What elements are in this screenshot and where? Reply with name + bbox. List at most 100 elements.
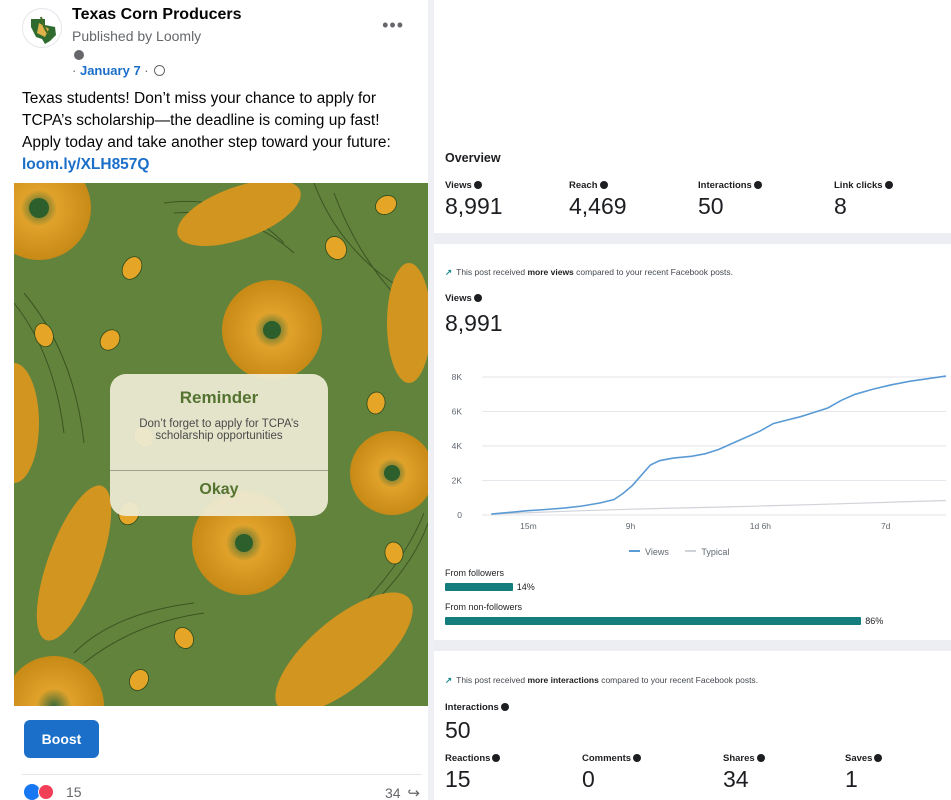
- info-icon[interactable]: [492, 753, 501, 762]
- metric-label: Saves: [845, 753, 883, 764]
- info-icon[interactable]: [756, 753, 765, 762]
- non-followers-label: From non-followers: [445, 602, 523, 612]
- y-tick-label: 2K: [452, 476, 463, 486]
- post-date[interactable]: January 7: [80, 63, 141, 78]
- post-date-line: · January 7 ·: [72, 63, 166, 78]
- y-tick-label: 4K: [452, 441, 463, 451]
- note-suffix: compared to your recent Facebook posts.: [576, 267, 734, 277]
- metric-reach: Reach 4,469: [569, 180, 627, 220]
- followers-bar: [445, 583, 513, 591]
- views-comparison-note: ↗ This post received more views compared …: [445, 267, 733, 278]
- metric-value: 8: [834, 193, 847, 219]
- interactions-label: Interactions: [445, 702, 509, 713]
- metric-value: 1: [845, 766, 858, 792]
- globe-icon: [154, 65, 166, 76]
- reminder-okay-button: Okay: [199, 481, 239, 498]
- published-by: Published by Loomly: [72, 28, 202, 44]
- metric-label-text: Views: [445, 180, 472, 191]
- note-prefix: This post received: [456, 675, 526, 685]
- legend-label: Typical: [701, 547, 730, 557]
- metric-shares: Shares 34: [723, 753, 765, 793]
- chart-legend: Views Typical: [629, 547, 743, 557]
- page-name[interactable]: Texas Corn Producers: [72, 6, 242, 24]
- legend-label: Views: [645, 547, 669, 557]
- metric-label: Reactions: [445, 753, 501, 764]
- post-header: Texas Corn Producers Published by Loomly…: [22, 5, 412, 80]
- trend-up-icon: ↗: [445, 675, 453, 685]
- post-body: Texas students! Don’t miss your chance t…: [22, 90, 391, 151]
- x-tick-label: 15m: [520, 521, 537, 531]
- interactions-label-text: Interactions: [445, 702, 499, 713]
- y-tick-label: 8K: [452, 372, 463, 382]
- non-followers-pct: 86%: [865, 616, 884, 626]
- metric-label: Reach: [569, 180, 627, 191]
- info-icon[interactable]: [473, 180, 482, 189]
- note-suffix: compared to your recent Facebook posts.: [601, 675, 759, 685]
- info-icon[interactable]: [473, 293, 482, 302]
- share-count: 34: [384, 785, 401, 800]
- metric-label-text: Shares: [723, 753, 755, 764]
- more-options-button[interactable]: •••: [382, 15, 404, 36]
- metric-views: Views 8,991: [445, 180, 503, 220]
- interactions-comparison-note: ↗ This post received more interactions co…: [445, 675, 758, 686]
- metric-value: 8,991: [445, 193, 503, 219]
- date-separator: ·: [72, 63, 77, 78]
- interactions-value: 50: [445, 717, 471, 743]
- info-icon[interactable]: [874, 753, 883, 762]
- metric-label-text: Comments: [582, 753, 632, 764]
- metric-label: Views: [445, 180, 503, 191]
- metric-label-text: Reactions: [445, 753, 491, 764]
- reminder-divider: [110, 470, 328, 471]
- reactions-bar: 15 34 ↪: [22, 774, 422, 800]
- legend-item-typical[interactable]: Typical: [685, 547, 729, 557]
- metric-interactions: Interactions 50: [698, 180, 762, 220]
- views-line-chart: 8K 6K 4K 2K 0 15m 9h 1d 6h 7d: [452, 372, 947, 531]
- views-value: 8,991: [445, 310, 503, 336]
- date-separator: ·: [144, 63, 149, 78]
- metric-comments: Comments 0: [582, 753, 642, 793]
- overview-title: Overview: [445, 151, 501, 165]
- metric-label: Comments: [582, 753, 642, 764]
- section-divider: [434, 640, 951, 651]
- insights-panel: Overview Views 8,991 Reach 4,469 Interac…: [434, 0, 951, 800]
- series-line-views[interactable]: [491, 375, 947, 515]
- reminder-title: Reminder: [179, 388, 259, 407]
- info-icon[interactable]: [599, 180, 608, 189]
- share-icon: ↪: [407, 785, 420, 800]
- share-count-wrap[interactable]: 34 ↪: [385, 784, 420, 800]
- info-icon[interactable]: [500, 702, 509, 711]
- metric-label: Link clicks: [834, 180, 893, 191]
- page-avatar[interactable]: [22, 8, 62, 48]
- post-link[interactable]: loom.ly/XLH857Q: [22, 154, 417, 176]
- metric-label-text: Saves: [845, 753, 873, 764]
- x-tick-label: 9h: [626, 521, 636, 531]
- metric-saves: Saves 1: [845, 753, 883, 793]
- metric-value: 34: [723, 766, 749, 792]
- series-line-typical[interactable]: [491, 499, 947, 515]
- post-image[interactable]: Reminder Don’t forget to apply for TCPA’…: [14, 183, 428, 706]
- info-icon[interactable]: [633, 753, 642, 762]
- post-text: Texas students! Don’t miss your chance t…: [22, 88, 417, 176]
- metric-value: 4,469: [569, 193, 627, 219]
- reminder-dialog: Reminder Don’t forget to apply for TCPA’…: [110, 374, 328, 516]
- metric-label: Interactions: [698, 180, 762, 191]
- x-tick-label: 1d 6h: [750, 521, 772, 531]
- boost-button[interactable]: Boost: [24, 720, 99, 758]
- love-reaction-icon[interactable]: [38, 784, 54, 800]
- reaction-count[interactable]: 15: [66, 784, 82, 800]
- texas-logo-icon: [31, 16, 56, 44]
- trend-up-icon: ↗: [445, 267, 453, 277]
- section-divider: [434, 233, 951, 244]
- views-label: Views: [445, 293, 482, 304]
- info-icon[interactable]: [884, 180, 893, 189]
- views-label-text: Views: [445, 293, 472, 304]
- note-bold: more interactions: [527, 675, 599, 685]
- followers-pct: 14%: [516, 582, 535, 592]
- app-root: Texas Corn Producers Published by Loomly…: [0, 0, 951, 800]
- metric-value: 50: [698, 193, 724, 219]
- y-tick-label: 6K: [452, 407, 463, 417]
- note-bold: more views: [527, 267, 574, 277]
- legend-item-views[interactable]: Views: [629, 547, 669, 557]
- x-tick-label: 7d: [881, 521, 891, 531]
- info-icon[interactable]: [753, 180, 762, 189]
